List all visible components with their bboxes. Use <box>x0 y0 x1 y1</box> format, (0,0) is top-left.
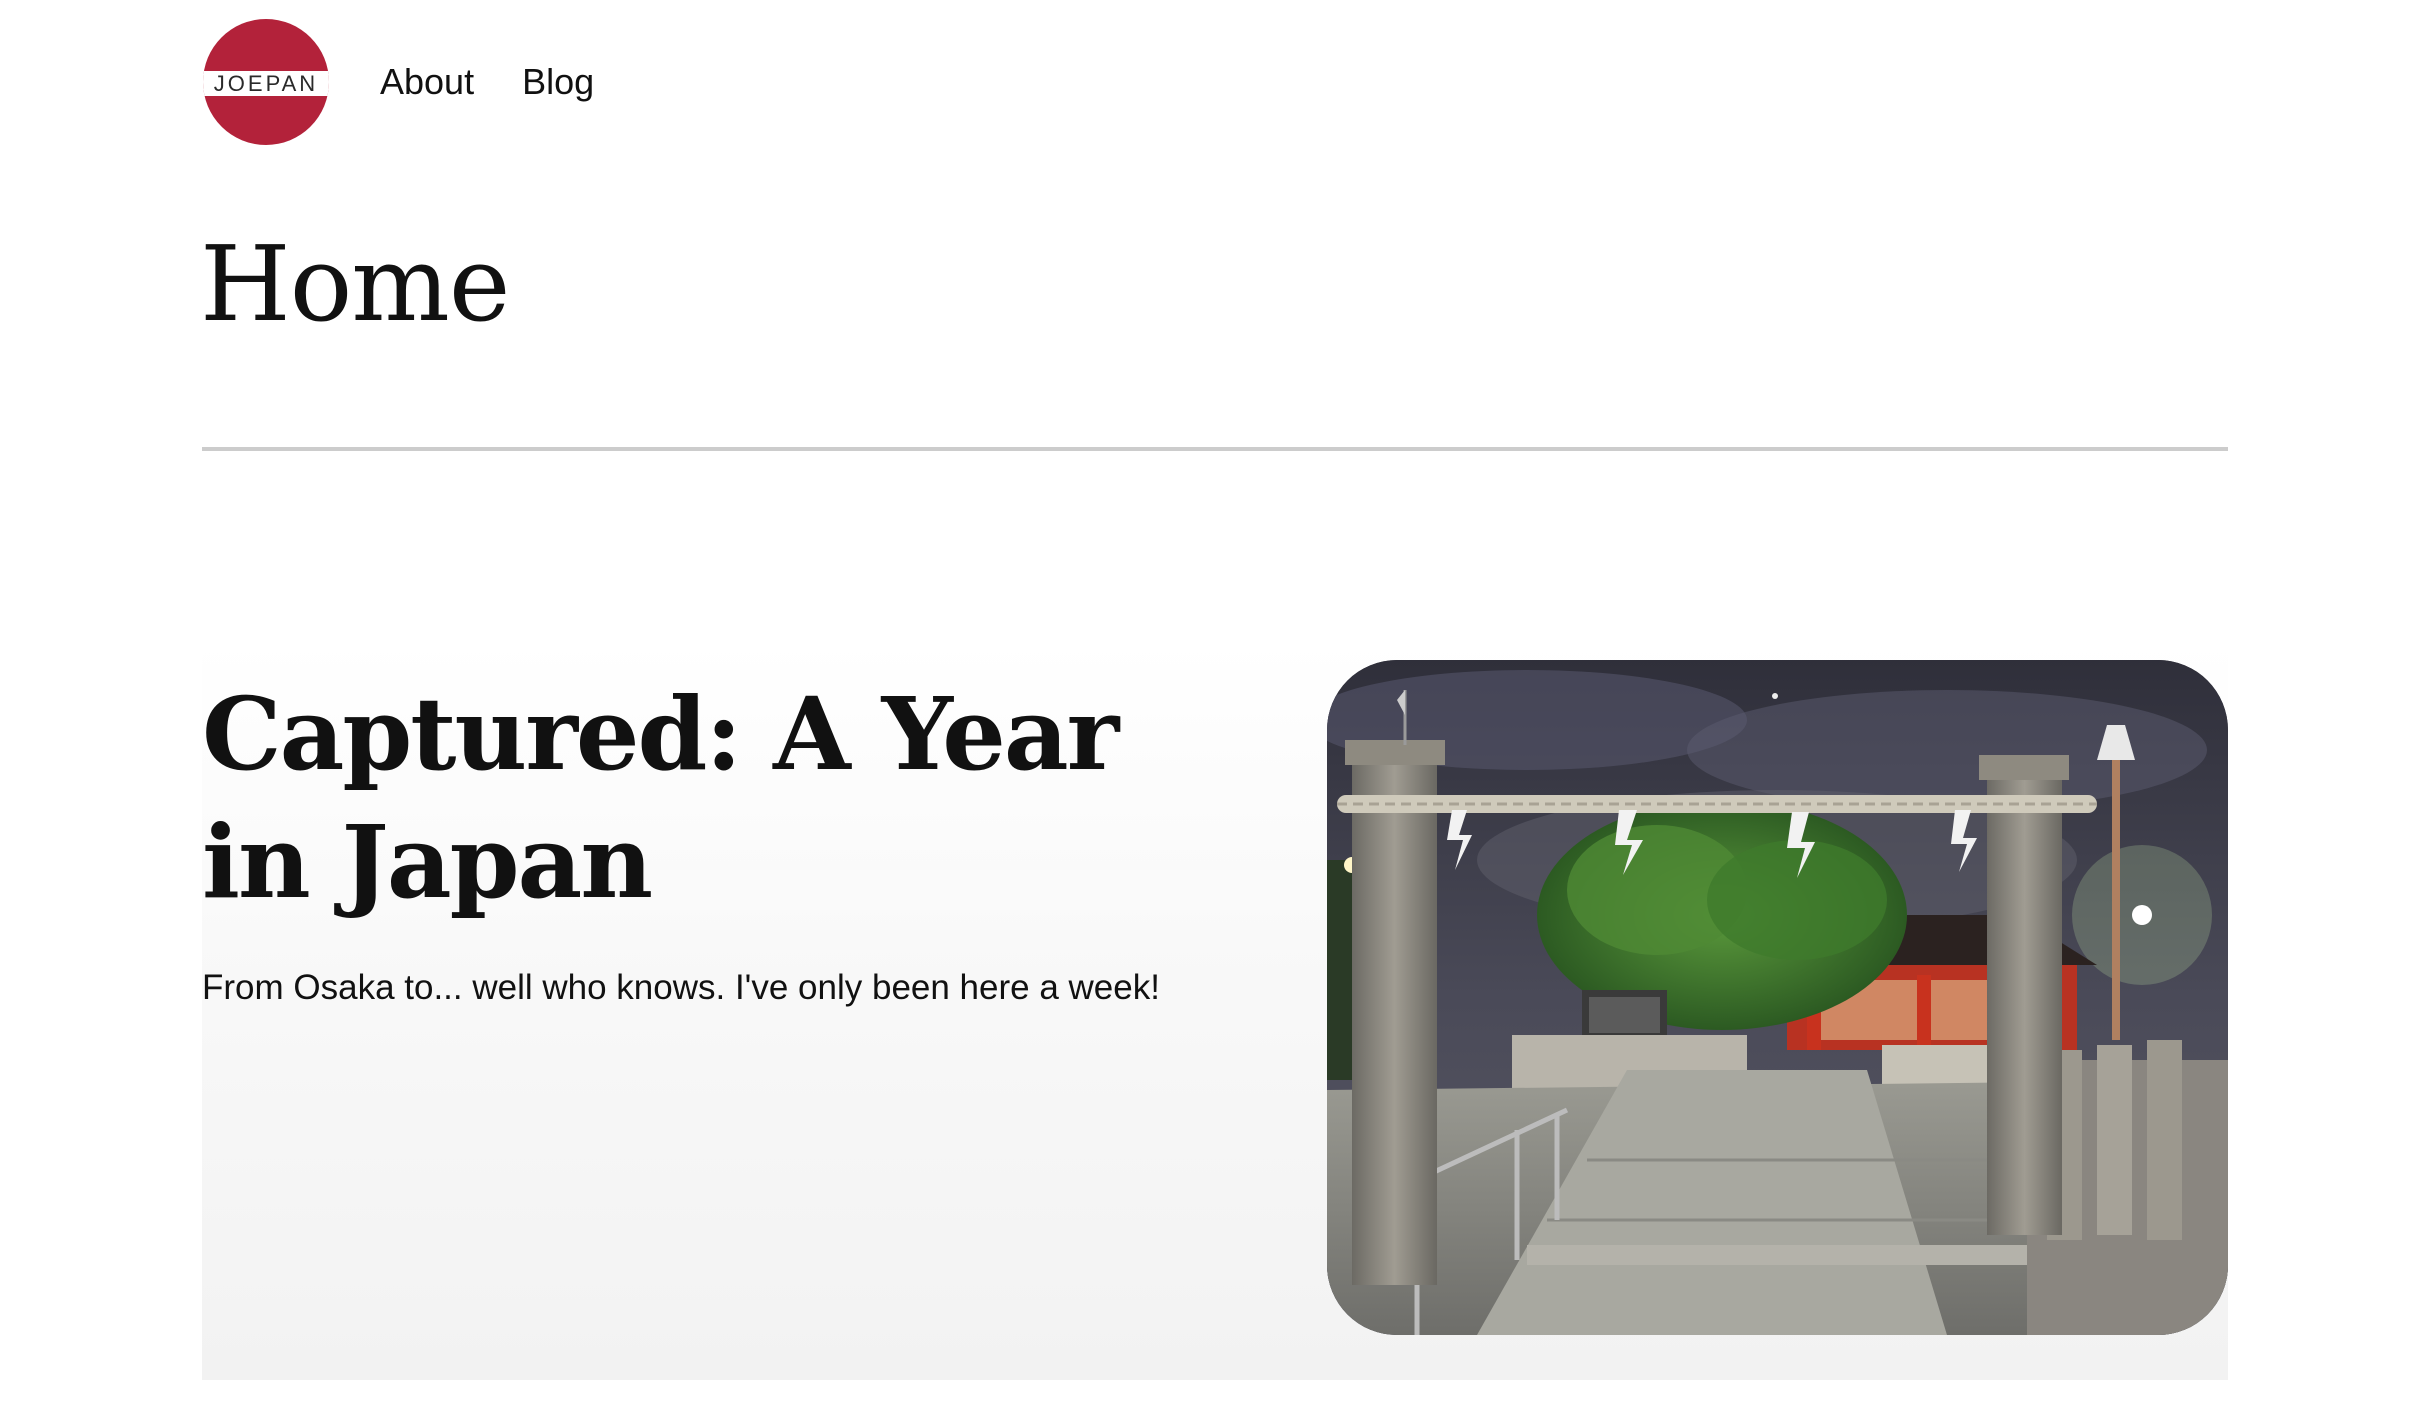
featured-post: Captured: A Year in Japan From Osaka to.… <box>202 640 2228 1380</box>
logo-band: JOEPAN <box>203 71 329 96</box>
logo-text: JOEPAN <box>213 70 319 96</box>
main-nav: About Blog <box>380 64 642 100</box>
featured-post-excerpt: From Osaka to... well who knows. I've on… <box>202 968 1160 1007</box>
page-title: Home <box>200 223 510 345</box>
site-logo[interactable]: JOEPAN <box>203 19 329 145</box>
shrine-torii-photo <box>1327 660 2228 1335</box>
featured-post-title[interactable]: Captured: A Year in Japan <box>202 670 1202 926</box>
title-divider <box>202 447 2228 451</box>
site-header: JOEPAN About Blog <box>203 19 642 145</box>
nav-link-about[interactable]: About <box>380 64 474 100</box>
nav-link-blog[interactable]: Blog <box>522 64 594 100</box>
featured-post-image[interactable] <box>1327 660 2228 1335</box>
